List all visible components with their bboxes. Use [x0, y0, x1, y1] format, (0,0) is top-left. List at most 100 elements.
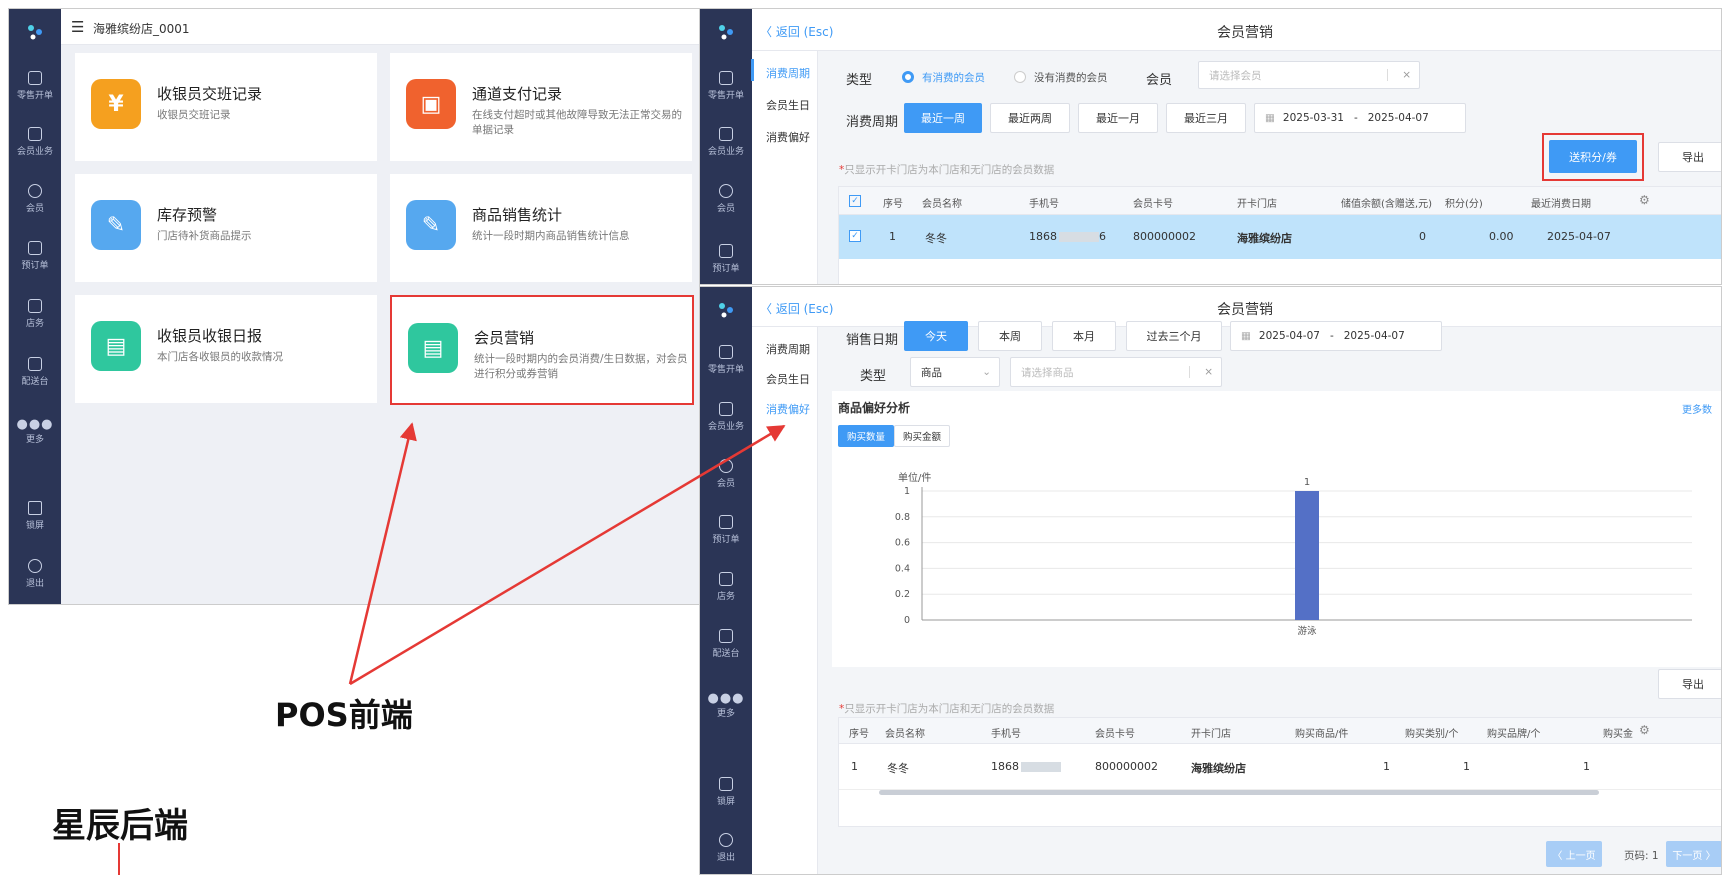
pos-sidebar: 零售开单 会员业务 会员 预订单 店务 配送台 ●●● 更多 锁屏 退出: [9, 9, 61, 604]
radio-consumed[interactable]: [902, 71, 914, 83]
sidebar-item-lock[interactable]: 锁屏: [700, 777, 752, 807]
sidebar-item-store[interactable]: 店务: [700, 572, 752, 602]
past-3months-button[interactable]: 过去三个月: [1126, 321, 1222, 351]
table-row[interactable]: ✓ 1 冬冬 1868 6 800000002 海雅缤纷店 0 0.00 2025…: [839, 215, 1721, 259]
app-logo-icon: [700, 9, 752, 55]
mkt-bottom-subnav: 消费周期 会员生日 消费偏好: [752, 327, 818, 874]
card-member-marketing[interactable]: ▤ 会员营销 统计一段时期内的会员消费/生日数据，对会员进行积分或券营销: [390, 295, 694, 405]
sidebar-item-preorder[interactable]: 预订单: [9, 241, 61, 271]
card-product-sales[interactable]: ✎ 商品销售统计 统计一段时期内商品销售统计信息: [390, 174, 692, 282]
table-row[interactable]: 1 冬冬 1868 800000002 海雅缤纷店 1 1 1: [839, 744, 1721, 790]
sidebar-item-retail[interactable]: 零售开单: [700, 71, 752, 101]
sidebar-item-delivery[interactable]: 配送台: [700, 629, 752, 659]
clear-icon[interactable]: ×: [1387, 69, 1411, 81]
subnav-period[interactable]: 消费周期: [766, 65, 810, 81]
member-icon: [28, 184, 42, 198]
chevron-down-icon: ⌄: [982, 366, 991, 378]
back-button[interactable]: 〈 返回 (Esc): [760, 23, 833, 40]
product-select[interactable]: 请选择商品 ×: [1010, 357, 1222, 387]
y-tick-label: 0.8: [895, 512, 910, 523]
member-table: ✓ 序号 会员名称 手机号 会员卡号 开卡门店 储值余额(含赠送,元) 积分(分…: [838, 186, 1721, 284]
sidebar-item-exit[interactable]: 退出: [700, 833, 752, 863]
radio-not-consumed[interactable]: [1014, 71, 1026, 83]
sidebar-item-member[interactable]: 会员: [9, 184, 61, 214]
sidebar-item-store[interactable]: 店务: [9, 299, 61, 329]
preorder-icon: [719, 244, 733, 258]
sidebar-item-delivery[interactable]: 配送台: [9, 357, 61, 387]
horizontal-scrollbar[interactable]: [879, 790, 1599, 795]
app-logo-icon: [700, 287, 752, 333]
sales-date-label: 销售日期: [846, 333, 899, 348]
send-points-coupon-button[interactable]: 送积分/券: [1549, 140, 1637, 173]
menu-icon[interactable]: ☰: [71, 18, 84, 36]
sidebar-item-member[interactable]: 会员: [700, 459, 752, 489]
sidebar-item-retail[interactable]: 零售开单: [9, 71, 61, 101]
sidebar-item-member[interactable]: 会员: [700, 184, 752, 214]
subnav-preference[interactable]: 消费偏好: [766, 129, 810, 145]
export-button[interactable]: 导出: [1658, 669, 1721, 699]
card-cashier-shift[interactable]: ¥ 收银员交班记录 收银员交班记录: [75, 53, 377, 161]
subnav-birthday[interactable]: 会员生日: [766, 371, 810, 387]
card-stock-warning[interactable]: ✎ 库存预警 门店待补货商品提示: [75, 174, 377, 282]
x-tick-label: 游泳: [1297, 625, 1317, 637]
grid-icon: [719, 402, 733, 416]
period-week-button[interactable]: 最近一周: [904, 103, 982, 133]
row-checkbox[interactable]: ✓: [849, 230, 861, 242]
sidebar-item-more[interactable]: ●●● 更多: [700, 691, 752, 719]
this-week-button[interactable]: 本周: [978, 321, 1042, 351]
member-data-note: *只显示开卡门店为本门店和无门店的会员数据: [839, 164, 1055, 176]
analysis-title: 商品偏好分析: [838, 401, 911, 415]
sidebar-item-lock[interactable]: 锁屏: [9, 501, 61, 531]
sidebar-item-retail[interactable]: 零售开单: [700, 345, 752, 375]
tab-quantity[interactable]: 购买数量: [838, 425, 894, 447]
sidebar-item-member-biz[interactable]: 会员业务: [9, 127, 61, 157]
period-month-button[interactable]: 最近一月: [1078, 103, 1158, 133]
sidebar-item-more[interactable]: ●●● 更多: [9, 417, 61, 445]
clear-icon[interactable]: ×: [1189, 366, 1213, 378]
card-cashier-daily[interactable]: ▤ 收银员收银日报 本门店各收银员的收款情况: [75, 295, 377, 403]
this-month-button[interactable]: 本月: [1052, 321, 1116, 351]
sidebar-item-preorder[interactable]: 预订单: [700, 515, 752, 545]
preference-bar-chart: 单位/件 1 0.8 0.6 0.4 0.2 0 1 游泳: [895, 471, 1692, 637]
sidebar-item-exit[interactable]: 退出: [9, 559, 61, 589]
sidebar-item-member-biz[interactable]: 会员业务: [700, 127, 752, 157]
y-tick-label: 0.6: [895, 538, 910, 549]
subnav-preference[interactable]: 消费偏好: [766, 401, 810, 417]
today-button[interactable]: 今天: [904, 321, 968, 351]
type-select[interactable]: 商品 ⌄: [910, 357, 1000, 387]
store-title: 海雅缤纷店_0001: [93, 22, 190, 36]
period-2weeks-button[interactable]: 最近两周: [990, 103, 1070, 133]
calendar-icon: ▤: [408, 323, 458, 373]
type-label: 类型: [860, 369, 887, 384]
tab-amount[interactable]: 购买金额: [894, 425, 950, 447]
retail-icon: [28, 71, 42, 85]
page-indicator: 页码: 1: [1624, 850, 1659, 862]
date-range-picker[interactable]: ▦ 2025-03-31 - 2025-04-07: [1254, 103, 1466, 133]
settings-icon[interactable]: ⚙: [1639, 193, 1650, 207]
export-button[interactable]: 导出: [1658, 142, 1721, 172]
member-data-note: *只显示开卡门店为本门店和无门店的会员数据: [839, 703, 1055, 715]
select-all-checkbox[interactable]: ✓: [849, 195, 861, 207]
period-3months-button[interactable]: 最近三月: [1166, 103, 1246, 133]
retail-icon: [719, 345, 733, 359]
settings-icon[interactable]: ⚙: [1639, 723, 1650, 737]
power-icon: [719, 833, 733, 847]
money-bag-icon: ¥: [91, 79, 141, 129]
back-button[interactable]: 〈 返回 (Esc): [760, 300, 833, 317]
next-page-button[interactable]: 下一页 〉: [1666, 841, 1721, 867]
lock-icon: [719, 777, 733, 791]
pos-frontend-label: POS前端: [275, 696, 413, 734]
sidebar-item-member-biz[interactable]: 会员业务: [700, 402, 752, 432]
delivery-icon: [719, 629, 733, 643]
prev-page-button[interactable]: 〈 上一页: [1546, 841, 1602, 867]
subnav-period[interactable]: 消费周期: [766, 341, 810, 357]
table-header: 序号 会员名称 手机号 会员卡号 开卡门店 购买商品/件 购买类别/个 购买品牌…: [839, 718, 1721, 744]
card-channel-payment[interactable]: ▣ 通道支付记录 在线支付超时或其他故障导致无法正常交易的单据记录: [390, 53, 692, 161]
date-range-picker[interactable]: ▦ 2025-04-07 - 2025-04-07: [1230, 321, 1442, 351]
subnav-birthday[interactable]: 会员生日: [766, 97, 810, 113]
radio-consumed-label: 有消费的会员: [922, 72, 985, 84]
preorder-icon: [719, 515, 733, 529]
more-data-link[interactable]: 更多数: [1682, 401, 1712, 416]
sidebar-item-preorder[interactable]: 预订单: [700, 244, 752, 274]
member-select[interactable]: 请选择会员 ×: [1198, 61, 1420, 89]
